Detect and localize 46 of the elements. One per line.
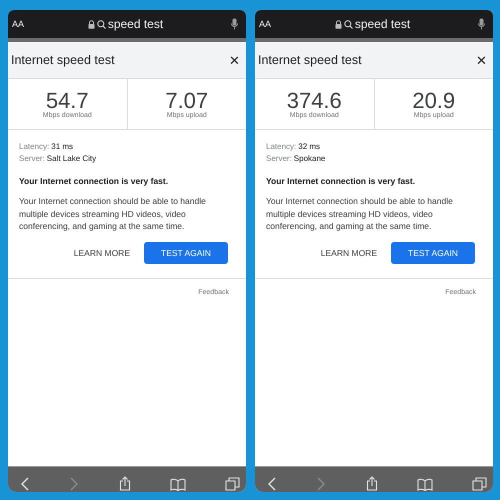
forward-icon — [69, 477, 80, 491]
text-size-button[interactable]: AA — [12, 19, 40, 29]
text-size-button[interactable]: AA — [259, 19, 287, 29]
server-label: Server: — [19, 154, 45, 163]
speed-value: 374.6 — [286, 90, 342, 112]
forward-icon — [316, 477, 326, 491]
search-icon — [96, 20, 106, 28]
address-bar[interactable]: AA speed test — [8, 10, 246, 38]
microphone-icon — [478, 18, 485, 30]
server-value: Spokane — [294, 154, 326, 163]
result-heading: Your Internet connection is very fast. — [266, 176, 416, 186]
back-icon — [20, 477, 30, 491]
microphone-icon — [231, 18, 238, 30]
close-button[interactable]: ✕ — [476, 52, 487, 68]
tabs-icon — [225, 477, 240, 491]
panel-title: Internet speed test — [11, 53, 115, 67]
result-description: Your Internet connection should be able to handle multiple devices streaming HD videos, video conferencing, and gaming at the same time. — [266, 195, 454, 232]
test-again-button[interactable]: TEST AGAIN — [391, 242, 475, 264]
latency-value: 32 ms — [298, 142, 320, 151]
share-icon — [366, 476, 378, 491]
speed-value: 54.7 — [46, 90, 89, 112]
search-icon — [344, 20, 353, 28]
latency-label: Latency: — [19, 142, 50, 151]
speed-value: 20.9 — [412, 90, 456, 112]
address-bar[interactable]: AA speed test — [255, 10, 493, 38]
lock-icon — [334, 20, 342, 28]
search-query: speed test — [354, 17, 410, 31]
result-description: Your Internet connection should be able to handle multiple devices streaming HD videos, video conferencing, and gaming at the same time. — [19, 195, 207, 232]
close-button[interactable]: ✕ — [229, 52, 240, 68]
latency-value: 31 ms — [51, 142, 74, 151]
latency-label: Latency: — [266, 142, 296, 151]
learn-more-button[interactable]: LEARN MORE — [320, 242, 377, 264]
share-icon — [118, 476, 130, 491]
lock-icon — [88, 20, 95, 28]
server-value: Salt Lake City — [46, 154, 96, 163]
panel-title: Internet speed test — [258, 53, 362, 67]
back-icon — [267, 477, 277, 491]
tabs-icon — [472, 477, 487, 491]
learn-more-button[interactable]: LEARN MORE — [74, 242, 130, 264]
server-label: Server: — [266, 154, 292, 163]
book-icon — [416, 478, 433, 491]
search-query: speed test — [108, 17, 164, 31]
book-icon — [170, 478, 186, 491]
result-heading: Your Internet connection is very fast. — [19, 176, 170, 186]
speed-value: 7.07 — [165, 90, 208, 112]
test-again-button[interactable]: TEST AGAIN — [144, 242, 228, 264]
